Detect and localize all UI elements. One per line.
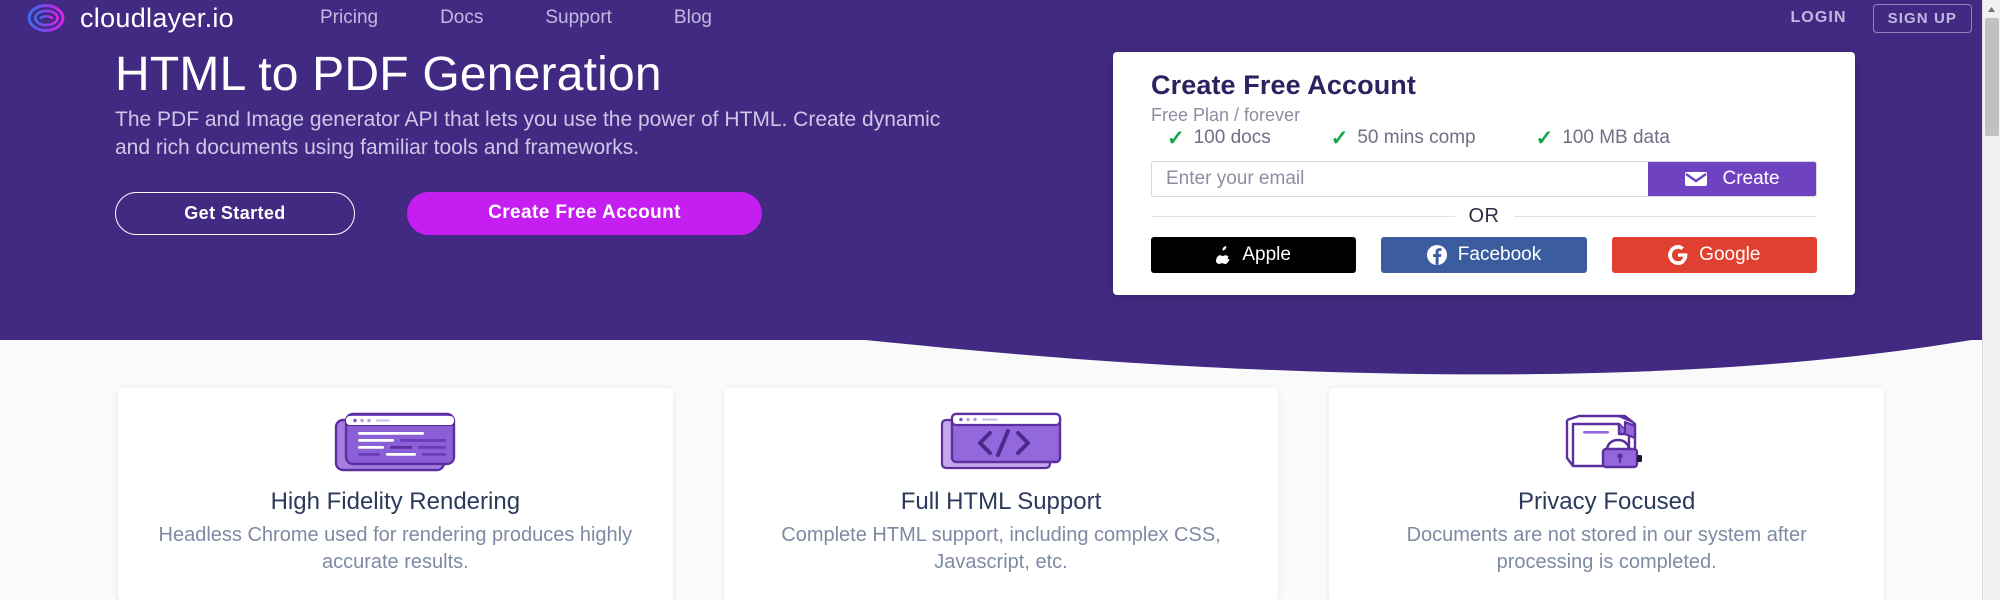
brand-logo-group[interactable]: cloudlayer.io [26,2,234,34]
feature-data-label: 100 MB data [1562,127,1670,148]
feature-docs: ✓ 100 docs [1167,127,1271,149]
signup-button[interactable]: SIGN UP [1872,3,1972,33]
scrollbar-thumb[interactable] [1985,18,1999,136]
feature-cards: High Fidelity Rendering Headless Chrome … [118,388,1885,600]
feature-card-desc: Headless Chrome used for rendering produ… [158,524,633,573]
apple-icon [1216,246,1230,264]
hero-subtitle: The PDF and Image generator API that let… [115,108,941,160]
feature-card-desc: Complete HTML support, including complex… [781,524,1221,573]
facebook-icon [1426,245,1447,265]
create-free-account-card: Create Free Account Free Plan / forever … [1113,52,1855,295]
document-lock-icon [1555,410,1659,476]
login-link[interactable]: LOGIN [1790,9,1846,27]
get-started-button[interactable]: Get Started [115,191,355,235]
google-button-label: Google [1699,244,1761,265]
nav-link-pricing[interactable]: Pricing [320,7,378,29]
feature-card-title: Privacy Focused [1517,488,1696,515]
google-signin-button[interactable]: Google [1611,237,1817,273]
feature-card-full-html: Full HTML Support Complete HTML support,… [723,388,1279,600]
scrollbar-up-arrow-icon[interactable] [1983,0,2000,18]
page-scrollbar[interactable] [1982,0,2000,600]
or-divider-label: OR [1468,205,1500,227]
feature-card-desc: Documents are not stored in our system a… [1406,524,1807,573]
card-title: Create Free Account [1151,70,1416,100]
email-input[interactable] [1152,162,1648,196]
or-divider-line-right [1513,216,1817,217]
create-account-submit-button[interactable]: Create [1648,162,1816,196]
feature-card-title: High Fidelity Rendering [270,488,521,515]
apple-signin-button[interactable]: Apple [1151,237,1357,273]
nav-link-docs[interactable]: Docs [440,7,483,29]
social-login-row: Apple Facebook Google [1151,237,1817,273]
feature-docs-label: 100 docs [1193,127,1271,148]
navbar: cloudlayer.io Pricing Docs Support Blog … [0,0,1990,36]
cloudlayer-eye-logo-icon [27,4,65,32]
create-free-account-button[interactable]: Create Free Account [407,191,762,235]
brand-name: cloudlayer.io [80,2,234,33]
nav-link-blog[interactable]: Blog [674,7,712,29]
check-icon: ✓ [1167,126,1185,150]
or-divider: OR [1151,205,1817,228]
browser-window-code-icon [332,410,458,476]
card-feature-list: ✓ 100 docs ✓ 50 mins comp ✓ 100 MB data [1151,127,1817,149]
envelope-icon [1685,172,1708,186]
feature-card-title: Full HTML Support [900,488,1102,515]
check-icon: ✓ [1535,126,1554,150]
nav-links: Pricing Docs Support Blog [320,7,712,29]
nav-link-support[interactable]: Support [545,7,612,29]
google-icon [1668,245,1688,265]
create-button-label: Create [1722,168,1780,189]
facebook-button-label: Facebook [1457,244,1542,265]
feature-mins-label: 50 mins comp [1357,127,1476,148]
hero-title: HTML to PDF Generation [115,48,662,101]
page-root: cloudlayer.io Pricing Docs Support Blog … [0,0,2000,600]
nav-account-actions: LOGIN SIGN UP [1790,3,1972,33]
feature-mins: ✓ 50 mins comp [1331,127,1476,149]
check-icon: ✓ [1330,126,1349,150]
card-plan-label: Free Plan / forever [1151,105,1301,125]
hero-cta-group: Get Started Create Free Account [115,191,975,235]
apple-button-label: Apple [1242,244,1291,265]
feature-data: ✓ 100 MB data [1536,127,1670,149]
hero-content: HTML to PDF Generation The PDF and Image… [115,48,975,235]
email-signup-row: Create [1151,161,1817,197]
facebook-signin-button[interactable]: Facebook [1381,237,1587,273]
or-divider-line-left [1151,216,1455,217]
feature-card-high-fidelity: High Fidelity Rendering Headless Chrome … [118,388,673,600]
code-brackets-window-icon [938,410,1064,476]
feature-card-privacy: Privacy Focused Documents are not stored… [1329,388,1885,600]
